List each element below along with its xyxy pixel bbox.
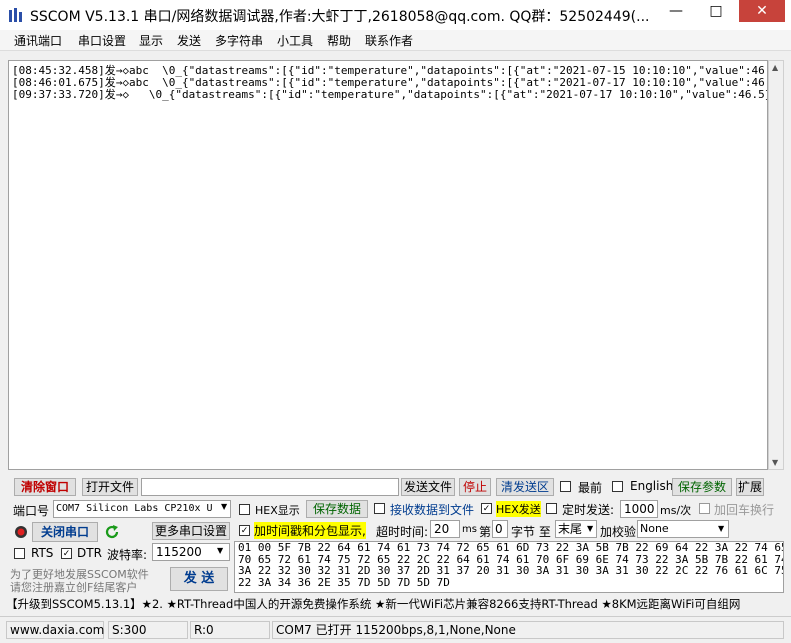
scroll-up-icon[interactable]: ▲ xyxy=(772,63,778,72)
app-icon xyxy=(9,8,22,22)
rts-checkbox[interactable] xyxy=(14,548,25,559)
file-path-input[interactable] xyxy=(141,478,399,496)
timestamp-checkbox[interactable]: ✓ xyxy=(239,525,250,536)
send-textarea[interactable]: 01 00 5F 7B 22 64 61 74 61 73 74 72 65 6… xyxy=(234,541,784,593)
promo-banner[interactable]: 【升级到SSCOM5.13.1】★2. ★RT-Thread中国人的开源免费操作… xyxy=(6,596,786,614)
clear-send-button[interactable]: 清发送区 xyxy=(496,478,554,496)
send-file-button[interactable]: 发送文件 xyxy=(401,478,455,496)
menu-bar: 通讯端口 串口设置 显示 发送 多字符串 小工具 帮助 联系作者 xyxy=(0,30,791,51)
checksum-select[interactable]: None xyxy=(637,520,729,538)
baud-label: 波特率: xyxy=(107,548,148,562)
menu-contact-author[interactable]: 联系作者 xyxy=(365,32,413,49)
rts-label: RTS xyxy=(31,546,54,560)
recv-to-file-label: 接收数据到文件 xyxy=(390,503,475,517)
save-data-button[interactable]: 保存数据 xyxy=(306,500,368,518)
menu-serial-settings[interactable]: 串口设置 xyxy=(78,32,126,49)
dtr-checkbox[interactable]: ✓ xyxy=(61,548,72,559)
baud-dropdown-icon[interactable]: ▼ xyxy=(217,546,223,555)
menu-help[interactable]: 帮助 xyxy=(327,32,351,49)
timed-send-checkbox[interactable] xyxy=(546,503,557,514)
end-byte-dropdown-icon[interactable]: ▼ xyxy=(587,524,593,533)
start-byte-input[interactable]: 0 xyxy=(492,520,508,538)
dtr-label: DTR xyxy=(77,546,102,560)
port-label: 端口号 xyxy=(13,504,50,518)
nth-label: 第 xyxy=(479,525,492,539)
timed-send-label: 定时发送: xyxy=(562,503,615,517)
timeout-label: 超时时间: xyxy=(376,525,429,539)
title-bar: SSCOM V5.13.1 串口/网络数据调试器,作者:大虾丁丁,2618058… xyxy=(0,0,791,30)
promo-line-2: 请您注册嘉立创F结尾客户 xyxy=(10,581,138,594)
hex-send-label: HEX发送 xyxy=(496,501,541,517)
window-title: SSCOM V5.13.1 串口/网络数据调试器,作者:大虾丁丁,2618058… xyxy=(30,9,650,25)
send-hex-line: 22 3A 34 36 2E 35 7D 5D 7D 5D 7D xyxy=(238,575,450,589)
received-count: R:0 xyxy=(190,621,270,639)
recv-to-file-checkbox[interactable] xyxy=(374,503,385,514)
english-label: English xyxy=(630,479,674,493)
menu-tools[interactable]: 小工具 xyxy=(277,32,313,49)
port-state: COM7 已打开 115200bps,8,1,None,None xyxy=(272,621,784,639)
topmost-label: 最前 xyxy=(578,481,603,495)
checksum-dropdown-icon[interactable]: ▼ xyxy=(718,524,724,533)
port-select[interactable]: COM7 Silicon Labs CP210x U xyxy=(53,500,231,518)
expand-button[interactable]: 扩展 xyxy=(736,478,764,496)
hex-send-checkbox[interactable]: ✓ xyxy=(481,503,492,514)
topmost-checkbox[interactable] xyxy=(560,481,571,492)
receive-line: [09:37:33.720]发→◇ \0_{"datastreams":[{"i… xyxy=(12,88,768,101)
timeout-ms-label: ms xyxy=(462,524,477,535)
menu-comm-port[interactable]: 通讯端口 xyxy=(14,32,62,49)
menu-multi-string[interactable]: 多字符串 xyxy=(215,32,263,49)
interval-unit: ms/次 xyxy=(660,504,692,517)
close-port-button[interactable]: 关闭串口 xyxy=(32,522,98,542)
interval-input[interactable]: 1000 xyxy=(620,500,658,518)
open-file-button[interactable]: 打开文件 xyxy=(82,478,138,496)
status-bar: www.daxia.com S:300 R:0 COM7 已打开 115200b… xyxy=(0,616,791,643)
hex-display-label: HEX显示 xyxy=(255,504,300,517)
more-settings-button[interactable]: 更多串口设置 xyxy=(152,522,230,540)
send-button[interactable]: 发 送 xyxy=(170,567,228,591)
receive-scrollbar[interactable]: ▲ ▼ xyxy=(768,60,784,470)
stop-button[interactable]: 停止 xyxy=(459,478,491,496)
hex-display-checkbox[interactable] xyxy=(239,504,250,515)
minimize-button[interactable]: — xyxy=(661,0,691,22)
scroll-down-icon[interactable]: ▼ xyxy=(772,458,778,467)
add-cr-checkbox[interactable] xyxy=(699,503,710,514)
timeout-input[interactable]: 20 xyxy=(430,520,460,538)
receive-textarea[interactable]: [08:45:32.458]发→◇abc \0_{"datastreams":[… xyxy=(8,60,768,470)
close-button[interactable]: ✕ xyxy=(739,0,785,22)
byte-to-label: 字节 至 xyxy=(511,525,551,539)
website-link[interactable]: www.daxia.com xyxy=(6,621,104,639)
port-dropdown-icon[interactable]: ▼ xyxy=(221,502,227,511)
save-params-button[interactable]: 保存参数 xyxy=(672,478,732,496)
send-hex-line: 3A 22 32 30 32 31 2D 30 37 2D 31 37 20 3… xyxy=(238,564,784,577)
checksum-label: 加校验 xyxy=(600,525,637,539)
send-hex-line: 01 00 5F 7B 22 64 61 74 61 73 74 72 65 6… xyxy=(238,541,784,554)
menu-display[interactable]: 显示 xyxy=(139,32,163,49)
add-cr-label: 加回车换行 xyxy=(714,503,775,517)
menu-send[interactable]: 发送 xyxy=(177,32,201,49)
timestamp-label: 加时间戳和分包显示, xyxy=(254,522,366,539)
sent-count: S:300 xyxy=(108,621,188,639)
maximize-button[interactable]: □ xyxy=(701,0,731,22)
english-checkbox[interactable] xyxy=(612,481,623,492)
refresh-icon[interactable] xyxy=(104,524,120,540)
clear-window-button[interactable]: 清除窗口 xyxy=(14,478,76,496)
port-status-icon xyxy=(15,526,27,538)
